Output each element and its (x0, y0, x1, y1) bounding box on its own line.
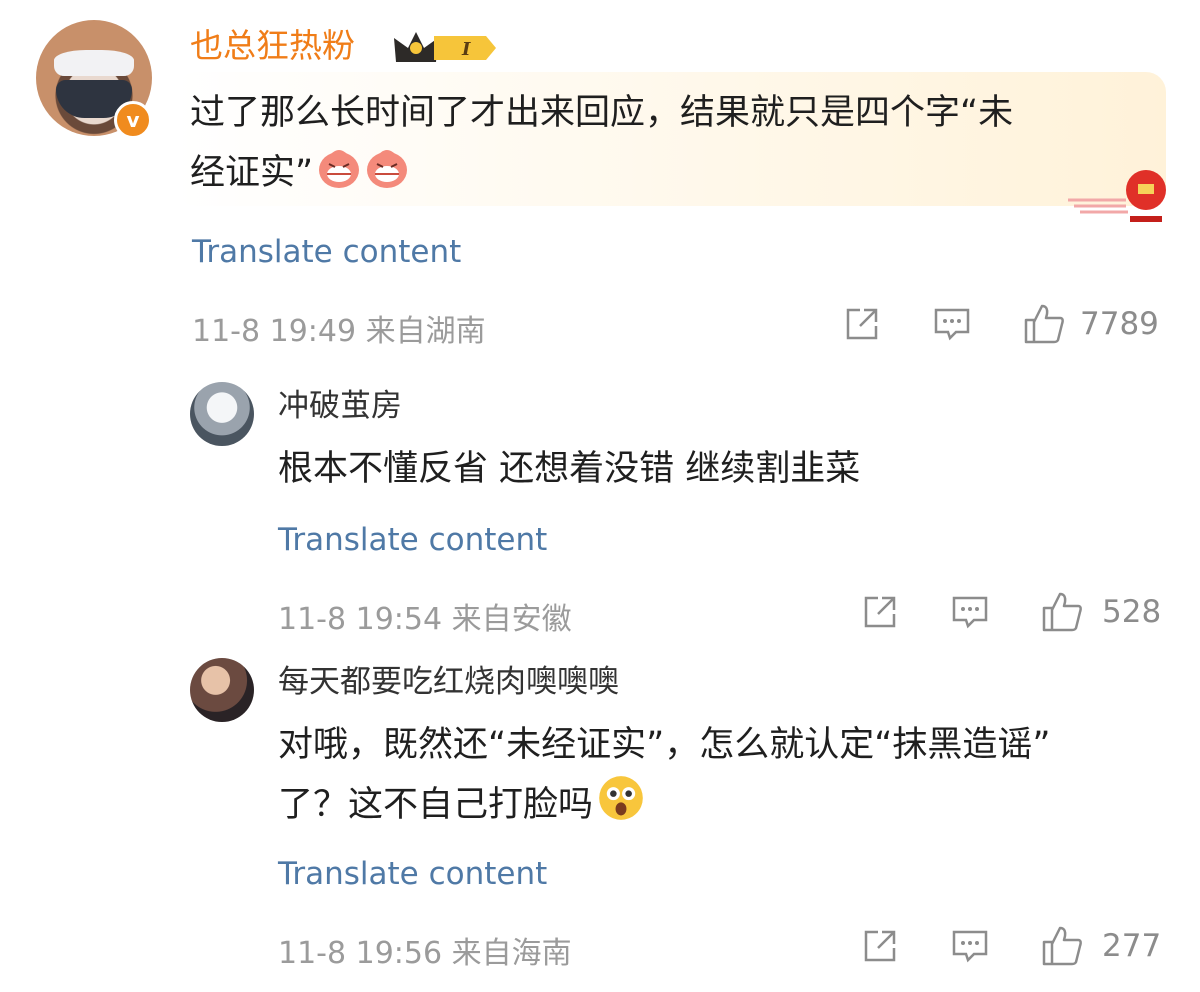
translate-link[interactable]: Translate content (192, 234, 461, 270)
thumbs-up-icon[interactable] (1022, 302, 1066, 346)
reply-username[interactable]: 冲破茧房 (278, 386, 402, 426)
laughing-emoji-icon (319, 150, 360, 188)
reply-text-line-2: 了？这不自己打脸吗 (278, 774, 645, 834)
like-count: 528 (1102, 594, 1162, 630)
reply-text-line-1: 对哦，既然还“未经证实”，怎么就认定“抹黑造谣” (278, 725, 1051, 765)
comment-icon[interactable] (932, 304, 972, 344)
reply-avatar[interactable] (190, 382, 254, 446)
comment-icon[interactable] (950, 926, 990, 966)
reply-meta: 11-8 19:54 来自安徽 (278, 602, 572, 637)
like-count: 277 (1102, 928, 1162, 964)
comment-username[interactable]: 也总狂热粉 (190, 26, 355, 66)
flash-hero-decoration-icon (1068, 170, 1166, 222)
comment-text-line-2: 经证实” (190, 144, 409, 202)
shocked-emoji-icon (599, 776, 643, 820)
member-level-label: I (461, 39, 471, 60)
comment-text-line-2-label: 经证实” (190, 153, 314, 193)
share-icon[interactable] (860, 592, 900, 632)
laughing-emoji-icon (367, 150, 408, 188)
reply-username[interactable]: 每天都要吃红烧肉噢噢噢 (278, 662, 619, 702)
translate-link[interactable]: Translate content (278, 856, 547, 892)
translate-link[interactable]: Translate content (278, 522, 547, 558)
reply-avatar[interactable] (190, 658, 254, 722)
comment-text-line-1: 过了那么长时间了才出来回应，结果就只是四个字“未 (190, 93, 1014, 133)
avatar-hair (54, 50, 134, 76)
comment-meta: 11-8 19:49 来自湖南 (192, 314, 486, 349)
thumbs-up-icon[interactable] (1040, 590, 1084, 634)
thumbs-up-icon[interactable] (1040, 924, 1084, 968)
member-crown-badge-icon: I (394, 32, 496, 62)
share-icon[interactable] (860, 926, 900, 966)
reply-text: 根本不懂反省 还想着没错 继续割韭菜 (278, 449, 861, 489)
reply-text-line-2-label: 了？这不自己打脸吗 (278, 785, 594, 825)
share-icon[interactable] (842, 304, 882, 344)
reply-meta: 11-8 19:56 来自海南 (278, 936, 572, 971)
comment-icon[interactable] (950, 592, 990, 632)
like-count: 7789 (1080, 306, 1159, 342)
verified-badge-icon: v (114, 101, 152, 139)
